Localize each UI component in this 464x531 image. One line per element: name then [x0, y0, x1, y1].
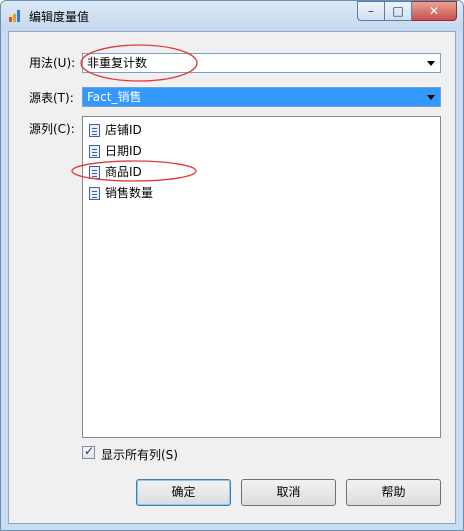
chevron-down-icon[interactable]	[422, 54, 440, 72]
list-item-label: 商品ID	[105, 165, 142, 179]
usage-label: 用法(U):	[29, 56, 76, 70]
source-table-combobox[interactable]: Fact_销售	[82, 87, 441, 107]
minimize-button[interactable]: –	[357, 1, 385, 21]
list-item-label: 日期ID	[105, 144, 142, 158]
dialog-title: 编辑度量值	[29, 10, 90, 24]
source-column-label: 源列(C):	[29, 122, 75, 136]
window-controls: – □ ✕	[357, 1, 457, 21]
ok-button[interactable]: 确定	[136, 479, 231, 506]
close-icon: ✕	[428, 4, 440, 18]
show-all-columns-label: 显示所有列(S)	[101, 448, 178, 462]
source-table-value: Fact_销售	[87, 90, 142, 104]
edit-measure-dialog: 编辑度量值 – □ ✕ 用法(U): 非重复计数 源表(T): Fact_销售 …	[0, 0, 464, 531]
maximize-button[interactable]: □	[385, 1, 412, 21]
usage-combobox[interactable]: 非重复计数	[82, 53, 441, 73]
minimize-icon: –	[368, 4, 374, 18]
help-button[interactable]: 帮助	[346, 479, 441, 506]
maximize-icon: □	[392, 4, 404, 18]
dialog-body: 用法(U): 非重复计数 源表(T): Fact_销售 源列(C): 店铺ID …	[8, 31, 456, 524]
column-icon	[89, 166, 100, 179]
cancel-button[interactable]: 取消	[241, 479, 336, 506]
source-column-list[interactable]: 店铺ID 日期ID 商品ID 销售数量	[82, 116, 441, 438]
close-button[interactable]: ✕	[412, 1, 457, 21]
bar-chart-icon	[9, 10, 23, 22]
usage-value: 非重复计数	[87, 56, 148, 70]
source-table-label: 源表(T):	[29, 91, 74, 105]
column-icon	[89, 187, 100, 200]
column-icon	[89, 124, 100, 137]
list-item-label: 销售数量	[105, 186, 154, 200]
title-bar[interactable]: 编辑度量值 – □ ✕	[1, 1, 463, 31]
column-icon	[89, 145, 100, 158]
chevron-down-icon[interactable]	[422, 88, 440, 106]
show-all-columns-checkbox[interactable]	[82, 444, 95, 459]
list-item-label: 店铺ID	[105, 123, 142, 137]
